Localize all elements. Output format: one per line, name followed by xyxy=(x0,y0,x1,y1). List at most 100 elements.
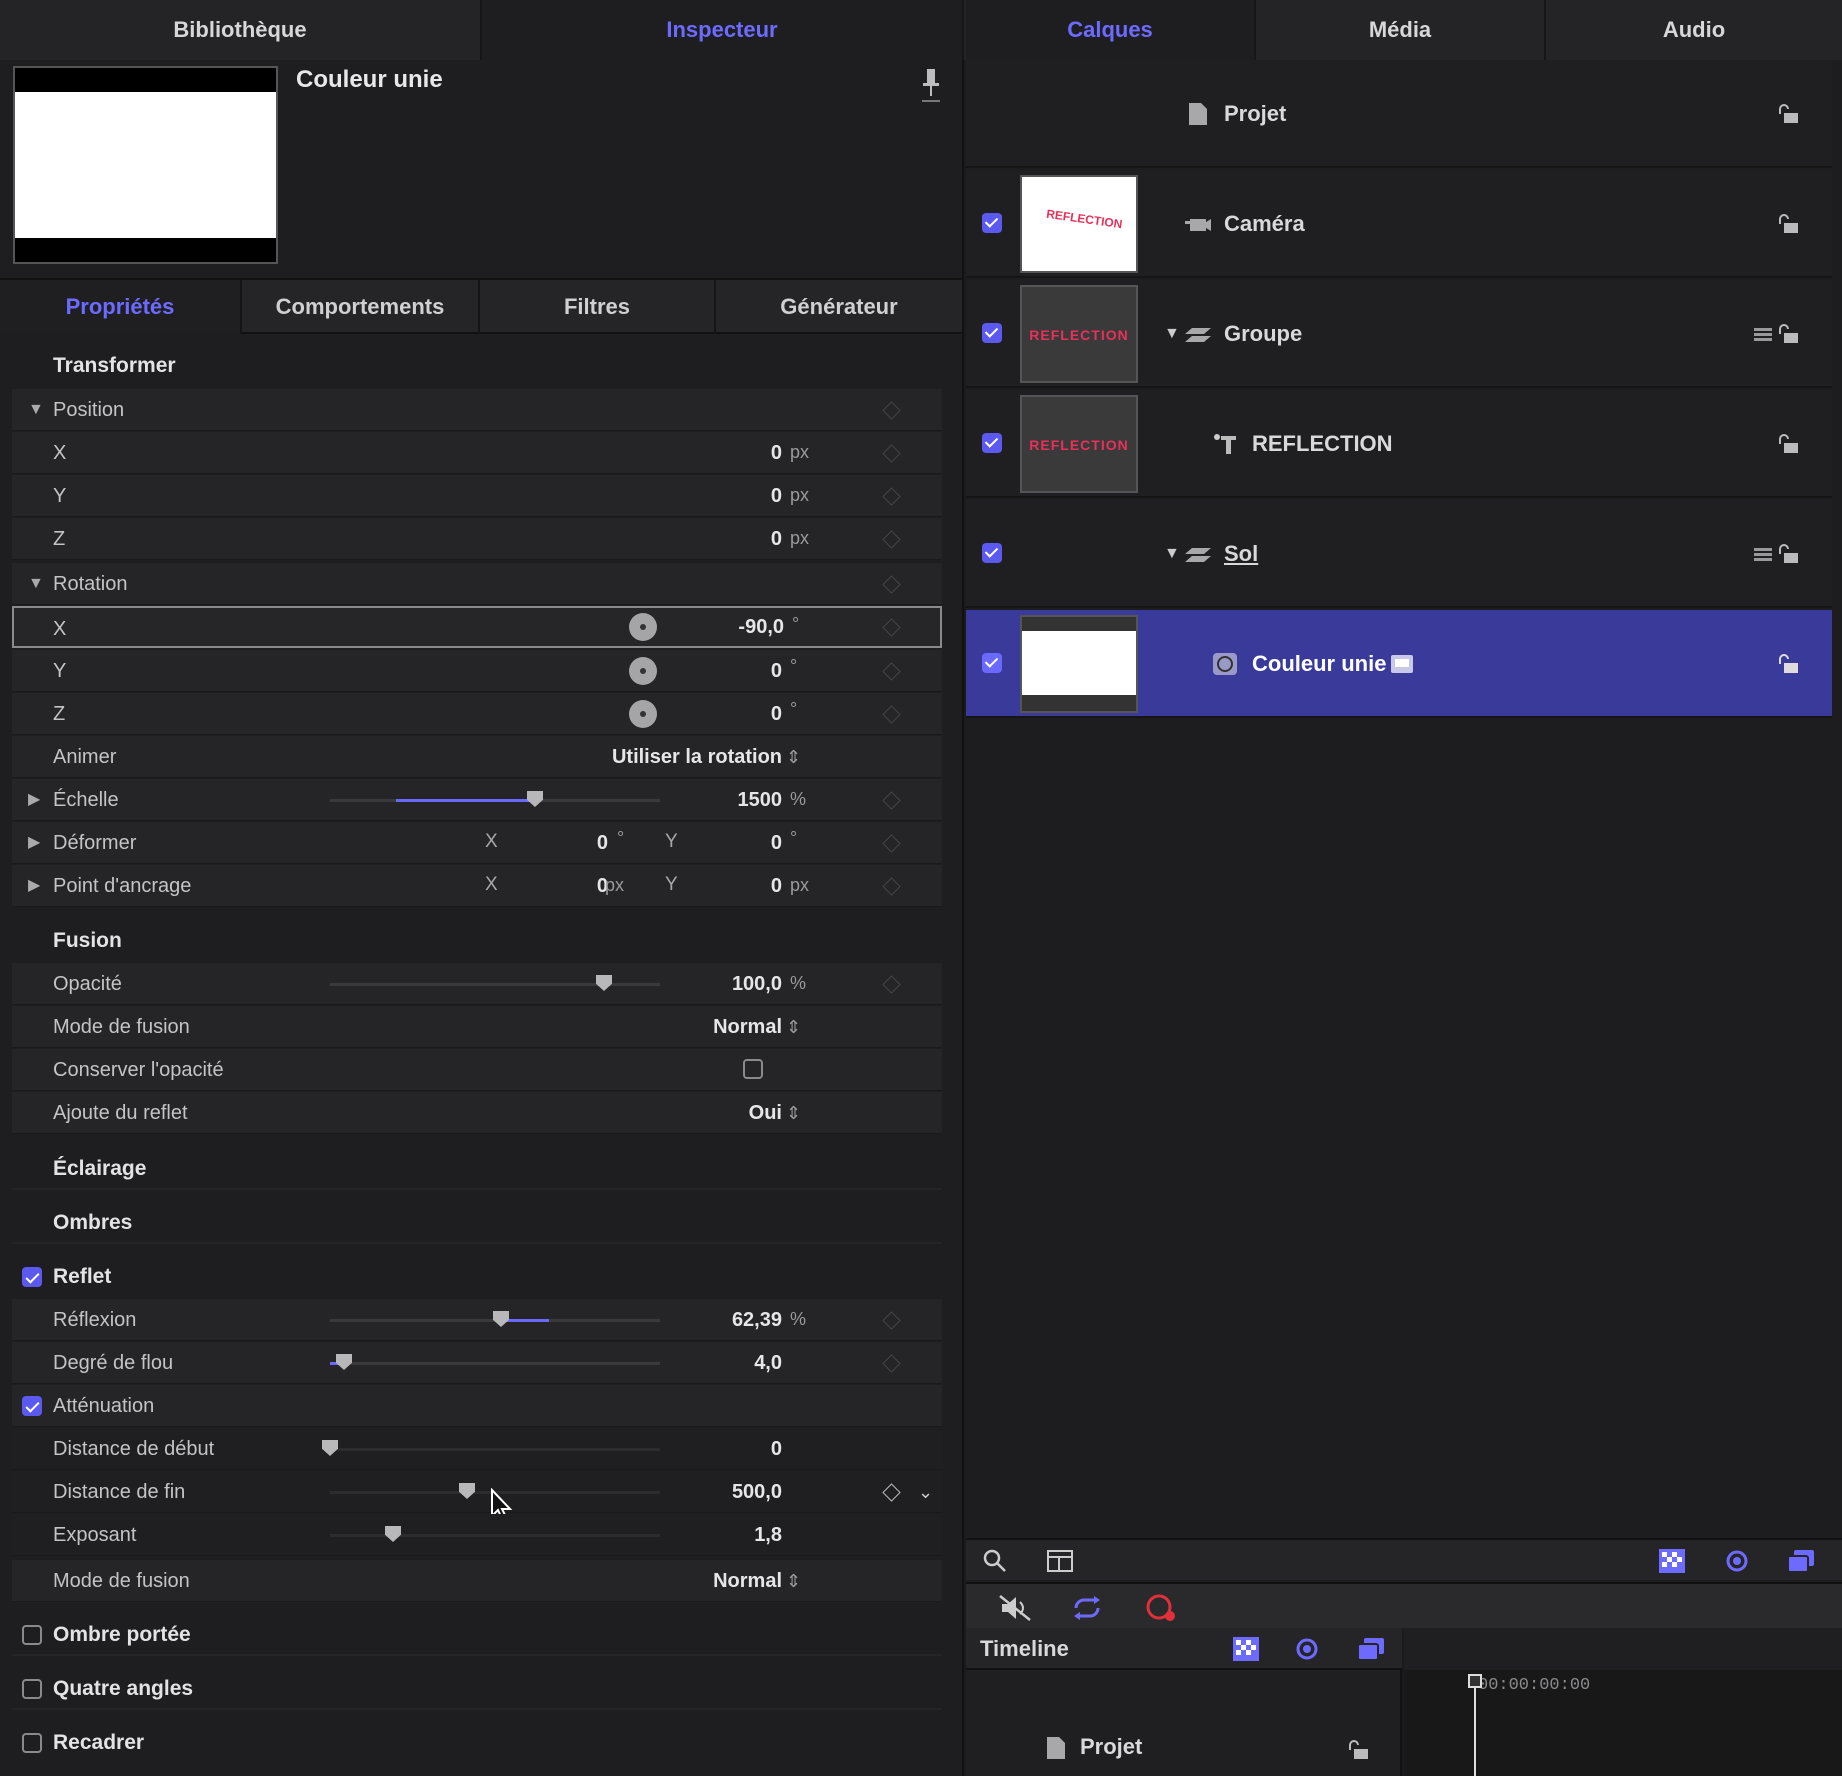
opacity-slider[interactable] xyxy=(330,975,660,991)
disclosure-closed-icon[interactable]: ▶ xyxy=(28,822,40,864)
popup-arrows-icon[interactable]: ⇕ xyxy=(786,1092,801,1134)
falloff-row[interactable]: Atténuation xyxy=(12,1385,942,1427)
preserve-opacity-row[interactable]: Conserver l'opacité xyxy=(12,1049,942,1091)
keyframe-icon[interactable] xyxy=(882,530,901,549)
tab-filters[interactable]: Filtres xyxy=(480,280,716,334)
layer-row-reflection-text[interactable]: REFLECTION REFLECTION xyxy=(966,390,1832,498)
disclosure-open-icon[interactable]: ▼ xyxy=(28,563,44,605)
checkerboard-icon[interactable] xyxy=(1232,1636,1260,1662)
keyframe-icon[interactable] xyxy=(882,877,901,896)
tab-audio[interactable]: Audio xyxy=(1546,0,1842,60)
shadows-heading[interactable]: Ombres xyxy=(12,1202,942,1244)
shear-row[interactable]: ▶ Déformer X 0 ° Y 0 ° xyxy=(12,822,942,864)
layer-row-project[interactable]: Projet xyxy=(966,60,1832,168)
lock-open-icon[interactable] xyxy=(1776,434,1800,454)
casts-reflection-popup[interactable]: Oui xyxy=(662,1092,782,1134)
exponent-value[interactable]: 1,8 xyxy=(672,1514,782,1556)
rotation-x-row[interactable]: X -90,0 ° xyxy=(12,606,942,648)
add-layer-icon[interactable] xyxy=(1786,1548,1816,1574)
preserve-opacity-checkbox[interactable] xyxy=(743,1059,763,1079)
audio-mute-icon[interactable] xyxy=(998,1594,1032,1622)
keyframe-icon[interactable] xyxy=(882,444,901,463)
playhead-handle[interactable] xyxy=(1468,1674,1482,1688)
rotation-x-value[interactable]: -90,0 xyxy=(674,606,784,648)
keyframe-icon[interactable] xyxy=(882,401,901,420)
tab-behaviors[interactable]: Comportements xyxy=(242,280,480,334)
tab-media[interactable]: Média xyxy=(1256,0,1546,60)
keyframe-icon[interactable] xyxy=(882,834,901,853)
position-x-row[interactable]: X 0 px xyxy=(12,432,942,474)
layer-visibility-checkbox[interactable] xyxy=(982,213,1002,233)
lock-open-icon[interactable] xyxy=(1776,324,1800,344)
tab-properties[interactable]: Propriétés xyxy=(0,280,242,334)
playhead[interactable] xyxy=(1474,1674,1476,1776)
crop-checkbox[interactable] xyxy=(22,1733,42,1753)
animate-row[interactable]: Animer Utiliser la rotation ⇕ xyxy=(12,736,942,778)
tab-generator[interactable]: Générateur xyxy=(716,280,962,334)
layer-visibility-checkbox[interactable] xyxy=(982,543,1002,563)
popup-arrows-icon[interactable]: ⇕ xyxy=(786,1006,801,1048)
add-layer-icon[interactable] xyxy=(1356,1636,1386,1662)
anchor-row[interactable]: ▶ Point d'ancrage X 0 px Y 0 px xyxy=(12,865,942,907)
blur-amount-value[interactable]: 4,0 xyxy=(672,1342,782,1384)
popup-arrows-icon[interactable]: ⇕ xyxy=(786,736,801,778)
keyframe-icon[interactable] xyxy=(882,1311,901,1330)
behaviors-gear-icon[interactable] xyxy=(1724,1548,1750,1574)
shear-x-value[interactable]: 0 xyxy=(532,822,608,864)
reflection-blend-mode-popup[interactable]: Normal xyxy=(612,1560,782,1602)
pin-icon[interactable] xyxy=(920,66,942,104)
casts-reflection-row[interactable]: Ajoute du reflet Oui ⇕ xyxy=(12,1092,942,1134)
checkerboard-icon[interactable] xyxy=(1658,1548,1686,1574)
keyframe-icon[interactable] xyxy=(882,705,901,724)
reflectivity-slider[interactable] xyxy=(330,1311,660,1327)
layer-row-floor[interactable]: ▼ Sol xyxy=(966,500,1832,608)
loop-icon[interactable] xyxy=(1070,1594,1104,1622)
keyframe-icon[interactable] xyxy=(882,618,901,637)
behaviors-gear-icon[interactable] xyxy=(1294,1636,1320,1662)
position-row[interactable]: ▼ Position xyxy=(12,389,942,431)
layout-toggle-icon[interactable] xyxy=(1046,1548,1074,1574)
layer-visibility-checkbox[interactable] xyxy=(982,433,1002,453)
keyframe-icon[interactable] xyxy=(882,975,901,994)
lock-open-icon[interactable] xyxy=(1776,654,1800,674)
start-distance-row[interactable]: Distance de début 0 xyxy=(12,1428,942,1470)
start-distance-value[interactable]: 0 xyxy=(672,1428,782,1470)
position-z-value[interactable]: 0 xyxy=(672,518,782,560)
scale-slider[interactable] xyxy=(330,791,660,807)
reflection-checkbox[interactable] xyxy=(22,1267,42,1287)
add-keyframe-icon[interactable] xyxy=(882,1483,901,1502)
opacity-value[interactable]: 100,0 xyxy=(672,963,782,1005)
lighting-heading[interactable]: Éclairage xyxy=(12,1148,942,1190)
scale-row[interactable]: ▶ Échelle 1500 % xyxy=(12,779,942,821)
layer-visibility-checkbox[interactable] xyxy=(982,323,1002,343)
keyframe-icon[interactable] xyxy=(882,791,901,810)
reflectivity-value[interactable]: 62,39 xyxy=(672,1299,782,1341)
transform-heading[interactable]: Transformer xyxy=(12,345,942,387)
position-y-value[interactable]: 0 xyxy=(672,475,782,517)
tab-library[interactable]: Bibliothèque xyxy=(0,0,482,60)
crop-heading[interactable]: Recadrer xyxy=(12,1722,942,1764)
rotation-z-row[interactable]: Z 0 ° xyxy=(12,693,942,735)
opacity-row[interactable]: Opacité 100,0 % xyxy=(12,963,942,1005)
keyframe-menu-chevron-icon[interactable]: ⌄ xyxy=(918,1471,933,1513)
layer-row-group[interactable]: REFLECTION ▼ Groupe xyxy=(966,280,1832,388)
blur-amount-slider[interactable] xyxy=(330,1354,660,1370)
disclosure-open-icon[interactable]: ▼ xyxy=(28,389,44,431)
lock-open-icon[interactable] xyxy=(1776,214,1800,234)
position-y-row[interactable]: Y 0 px xyxy=(12,475,942,517)
exponent-slider[interactable] xyxy=(330,1526,660,1542)
lock-open-icon[interactable] xyxy=(1776,544,1800,564)
lock-open-icon[interactable] xyxy=(1776,104,1800,124)
rotation-y-value[interactable]: 0 xyxy=(672,650,782,692)
layer-row-solid-color[interactable]: Couleur unie xyxy=(966,610,1832,718)
disclosure-closed-icon[interactable]: ▶ xyxy=(28,779,40,821)
end-distance-row[interactable]: Distance de fin 500,0 ⌄ xyxy=(12,1471,942,1513)
layer-row-camera[interactable]: REFLECTION Caméra xyxy=(966,170,1832,278)
disclosure-closed-icon[interactable]: ▶ xyxy=(28,865,40,907)
four-corner-checkbox[interactable] xyxy=(22,1679,42,1699)
rotation-dial[interactable] xyxy=(629,613,657,641)
popup-arrows-icon[interactable]: ⇕ xyxy=(786,1560,801,1602)
falloff-checkbox[interactable] xyxy=(22,1396,42,1416)
end-distance-value[interactable]: 500,0 xyxy=(672,1471,782,1513)
disclosure-open-icon[interactable]: ▼ xyxy=(1164,500,1180,608)
